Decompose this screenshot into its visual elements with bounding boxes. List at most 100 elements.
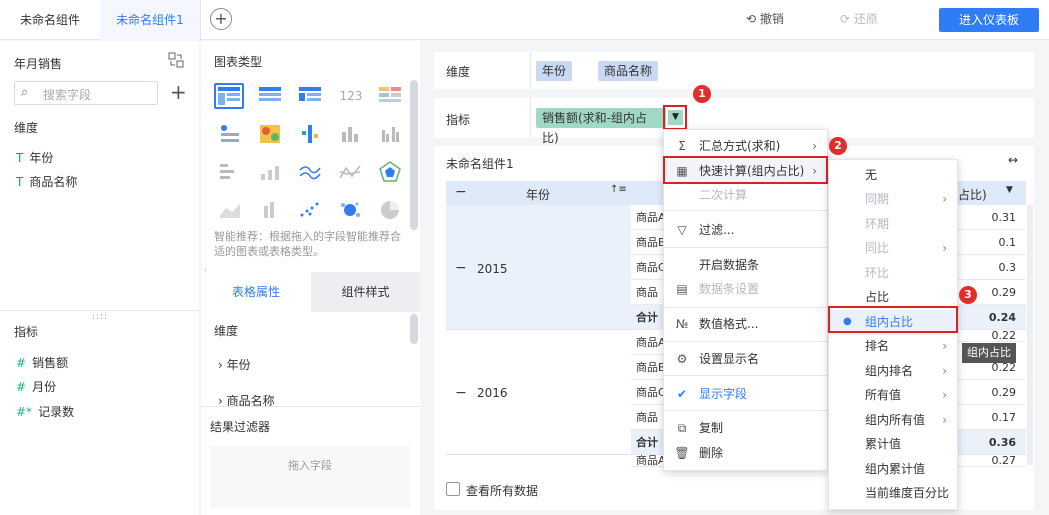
- menu-item-label: 过滤...: [699, 223, 735, 237]
- submenu-label: 当前维度百分比: [865, 486, 950, 500]
- add-field-icon[interactable]: +: [170, 80, 187, 104]
- section-divider: [201, 406, 420, 407]
- year-group-cell: [446, 330, 631, 455]
- line-chart-icon[interactable]: [296, 160, 326, 186]
- bubble-chart-icon[interactable]: [336, 198, 366, 224]
- tab-table-properties[interactable]: 表格属性: [201, 272, 311, 312]
- submenu-item-rank[interactable]: 排名 ›: [829, 334, 957, 359]
- measure-chip-sales[interactable]: 销售额(求和-组内占比): [536, 108, 666, 145]
- search-placeholder: 搜索字段: [43, 88, 92, 102]
- result-filter-title: 结果过滤器: [210, 420, 271, 434]
- panel-divider[interactable]: [0, 310, 199, 311]
- measure-field-month[interactable]: # 月份: [16, 377, 56, 397]
- number-type-icon: #: [16, 380, 27, 394]
- collapse-all-icon[interactable]: −: [455, 184, 467, 200]
- scatter-chart-icon[interactable]: [296, 198, 326, 224]
- menu-item-copy[interactable]: ⧉ 复制: [664, 416, 827, 441]
- column-menu-icon[interactable]: ▼: [1006, 185, 1013, 195]
- heat-map-icon[interactable]: [256, 122, 286, 148]
- tab-component[interactable]: 未命名组件: [0, 0, 100, 40]
- pie-chart-icon[interactable]: [376, 198, 406, 224]
- submenu-label: 环期: [865, 217, 890, 231]
- menu-item-label: 复制: [699, 421, 724, 435]
- scatter-bar-icon[interactable]: [296, 122, 326, 148]
- menu-item-filter[interactable]: ▽ 过滤...: [664, 218, 827, 243]
- menu-item-display-name[interactable]: ⚙ 设置显示名: [664, 347, 827, 372]
- quick-calc-highlight: [663, 156, 828, 184]
- table-scrollbar[interactable]: [1027, 205, 1033, 465]
- grouped-bar-icon[interactable]: [376, 122, 406, 148]
- switch-dataset-icon[interactable]: [168, 52, 184, 68]
- view-all-checkbox[interactable]: [446, 482, 460, 496]
- dimension-field-year[interactable]: T 年份: [16, 148, 53, 168]
- add-tab-icon[interactable]: +: [210, 8, 232, 30]
- submenu-item-prev-period[interactable]: 环期: [829, 212, 957, 237]
- resize-handle-icon[interactable]: ::::: [92, 312, 108, 322]
- kpi-number-icon[interactable]: 123: [336, 83, 366, 109]
- measure-section-title: 指标: [14, 325, 39, 339]
- tab-component-style[interactable]: 组件样式: [311, 272, 420, 312]
- product-name-cell: 商品B: [631, 355, 666, 380]
- redo-icon: ⟳: [840, 12, 854, 26]
- submenu-item-dimension-percent[interactable]: 当前维度百分比: [829, 481, 957, 506]
- submenu-item-yoy[interactable]: 同比 ›: [829, 236, 957, 261]
- text-type-icon: T: [16, 175, 24, 189]
- number-type-icon: #: [16, 356, 27, 370]
- dimension-row-label: 维度: [446, 65, 471, 79]
- field-search-input[interactable]: ⌕ 搜索字段: [14, 81, 158, 105]
- filter-drop-zone[interactable]: 拖入字段: [210, 446, 410, 508]
- area-chart-icon[interactable]: [216, 198, 246, 224]
- bar-chart-icon[interactable]: [336, 122, 366, 148]
- undo-icon: ⟲: [746, 12, 760, 26]
- grouped-table-icon[interactable]: [214, 83, 244, 109]
- properties-scrollbar[interactable]: [410, 314, 418, 344]
- collapse-group-icon[interactable]: −: [455, 260, 467, 276]
- product-name-cell: 商品B: [631, 230, 666, 255]
- table-dimension-title: 维度: [214, 324, 239, 338]
- measure-field-count[interactable]: #* 记录数: [16, 402, 74, 422]
- expand-width-icon[interactable]: ↔: [1008, 153, 1018, 167]
- enter-dashboard-button[interactable]: 进入仪表板: [939, 8, 1039, 32]
- list-kpi-icon[interactable]: [216, 122, 246, 148]
- submenu-item-none[interactable]: 无: [829, 163, 957, 188]
- cross-table-icon[interactable]: [296, 83, 326, 109]
- dimension-chip-product[interactable]: 商品名称: [598, 61, 659, 81]
- menu-divider: [664, 210, 827, 211]
- menu-item-secondary-calc[interactable]: 二次计算: [664, 183, 827, 208]
- radar-chart-icon[interactable]: [376, 160, 406, 186]
- menu-item-enable-databar[interactable]: 开启数据条: [664, 253, 827, 278]
- submenu-item-same-period[interactable]: 同期 ›: [829, 187, 957, 212]
- product-name-cell: 商品C: [631, 255, 666, 280]
- chart-type-scrollbar[interactable]: [410, 80, 418, 230]
- dimension-chip-year[interactable]: 年份: [536, 61, 573, 81]
- collapse-group-icon[interactable]: −: [455, 385, 467, 401]
- polyline-chart-icon[interactable]: [336, 160, 366, 186]
- submenu-label: 环比: [865, 266, 890, 280]
- submenu-item-cumulative[interactable]: 累计值: [829, 432, 957, 457]
- menu-item-databar-settings[interactable]: ▤ 数据条设置: [664, 277, 827, 302]
- submenu-item-group-cumulative[interactable]: 组内累计值: [829, 457, 957, 482]
- measure-field-sales[interactable]: # 销售额: [16, 353, 68, 373]
- horizontal-bar-icon[interactable]: [216, 160, 246, 186]
- dimension-field-product[interactable]: T 商品名称: [16, 172, 77, 192]
- submenu-item-all-values[interactable]: 所有值 ›: [829, 383, 957, 408]
- row-divider: [530, 52, 531, 89]
- colored-table-icon[interactable]: [376, 83, 406, 109]
- submenu-item-group-rank[interactable]: 组内排名 ›: [829, 359, 957, 384]
- menu-item-delete[interactable]: 🗑 删除: [664, 441, 827, 466]
- submenu-item-mom[interactable]: 环比: [829, 261, 957, 286]
- menu-item-number-format[interactable]: № 数值格式...: [664, 312, 827, 337]
- menu-item-label: 数据条设置: [699, 282, 760, 296]
- menu-item-show-field[interactable]: ✔ 显示字段: [664, 382, 827, 407]
- measure-row-label: 指标: [446, 113, 471, 127]
- column-chart-icon[interactable]: [256, 198, 286, 224]
- tab-component-1[interactable]: 未命名组件1: [100, 0, 200, 40]
- undo-button[interactable]: ⟲ 撤销: [746, 9, 784, 29]
- tree-item-year[interactable]: › 年份: [218, 356, 251, 373]
- stacked-bar-icon[interactable]: [256, 160, 286, 186]
- submenu-item-group-all-values[interactable]: 组内所有值 ›: [829, 408, 957, 433]
- sort-icon[interactable]: ↑≡: [610, 184, 627, 195]
- detail-table-icon[interactable]: [256, 83, 286, 109]
- redo-button[interactable]: ⟳ 还原: [840, 9, 878, 29]
- measure-dropdown-button[interactable]: ▼: [663, 105, 687, 130]
